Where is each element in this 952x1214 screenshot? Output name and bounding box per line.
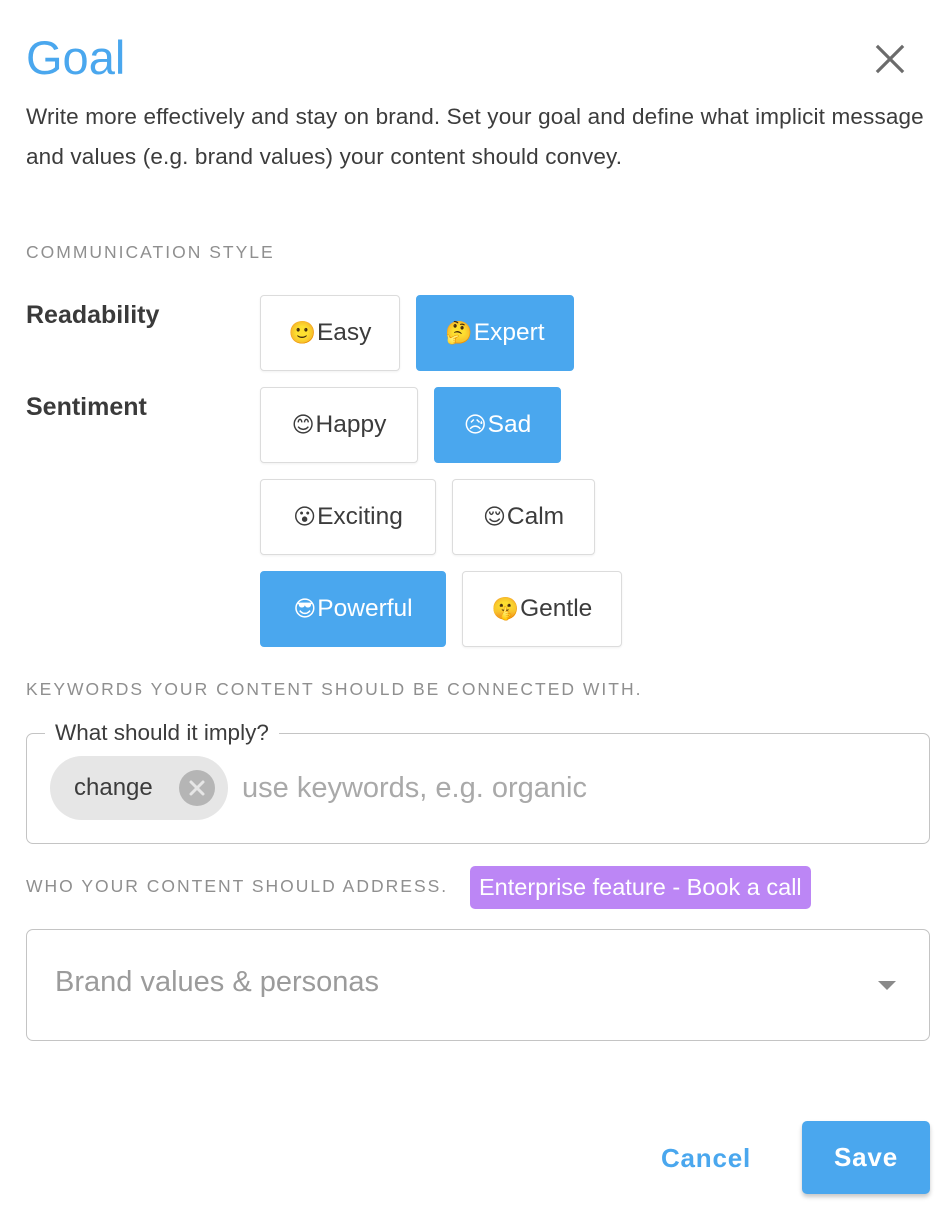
smiling-face-icon: 😊: [291, 412, 315, 438]
shushing-face-icon: 🤫: [491, 596, 520, 622]
surprised-face-icon: 😮: [293, 504, 317, 530]
brand-values-select[interactable]: Brand values & personas: [26, 929, 930, 1041]
keywords-heading: KEYWORDS YOUR CONTENT SHOULD BE CONNECTE…: [26, 679, 643, 699]
communication-style-heading: COMMUNICATION STYLE: [26, 242, 275, 262]
sunglasses-face-icon: 😎: [293, 596, 317, 622]
save-button[interactable]: Save: [802, 1121, 930, 1194]
goal-dialog: Goal Write more effectively and stay on …: [0, 0, 952, 1214]
keyword-input[interactable]: [242, 764, 902, 812]
keyword-chip-label: change: [74, 774, 153, 801]
sad-face-icon: 😥: [463, 412, 487, 438]
sentiment-label: Sentiment: [26, 393, 147, 421]
close-button[interactable]: [866, 36, 914, 84]
option-label: Expert: [473, 319, 545, 346]
close-icon: [189, 780, 205, 796]
relieved-face-icon: 😌: [482, 504, 506, 530]
close-icon: [875, 44, 905, 74]
sentiment-option-gentle[interactable]: 🤫 Gentle: [462, 571, 622, 647]
keywords-field-label: What should it imply?: [45, 720, 279, 746]
sentiment-option-sad[interactable]: 😥 Sad: [434, 387, 561, 463]
option-label: Easy: [316, 319, 372, 346]
select-placeholder: Brand values & personas: [55, 966, 380, 998]
keyword-chip: change: [50, 756, 228, 820]
thinking-face-icon: 🤔: [445, 320, 473, 346]
option-label: Powerful: [317, 595, 413, 622]
dropdown-arrow-icon: [878, 981, 896, 990]
sentiment-option-powerful[interactable]: 😎 Powerful: [260, 571, 446, 647]
readability-label: Readability: [26, 301, 160, 329]
option-label: Calm: [506, 503, 565, 530]
readability-option-expert[interactable]: 🤔 Expert: [416, 295, 574, 371]
option-label: Gentle: [520, 595, 593, 622]
option-label: Exciting: [317, 503, 403, 530]
readability-option-easy[interactable]: 🙂 Easy: [260, 295, 400, 371]
sentiment-option-calm[interactable]: 😌 Calm: [452, 479, 595, 555]
option-label: Happy: [315, 411, 387, 438]
option-label: Sad: [487, 411, 532, 438]
cancel-button[interactable]: Cancel: [642, 1122, 770, 1194]
slightly-smiling-face-icon: 🙂: [288, 320, 316, 346]
sentiment-option-happy[interactable]: 😊 Happy: [260, 387, 418, 463]
enterprise-feature-badge[interactable]: Enterprise feature - Book a call: [470, 866, 811, 909]
sentiment-option-exciting[interactable]: 😮 Exciting: [260, 479, 436, 555]
chip-delete-button[interactable]: [179, 770, 215, 806]
dialog-description: Write more effectively and stay on brand…: [26, 104, 924, 169]
dialog-title: Goal: [26, 31, 126, 84]
keywords-field: What should it imply? change: [26, 720, 930, 844]
audience-heading: WHO YOUR CONTENT SHOULD ADDRESS.: [26, 876, 449, 896]
